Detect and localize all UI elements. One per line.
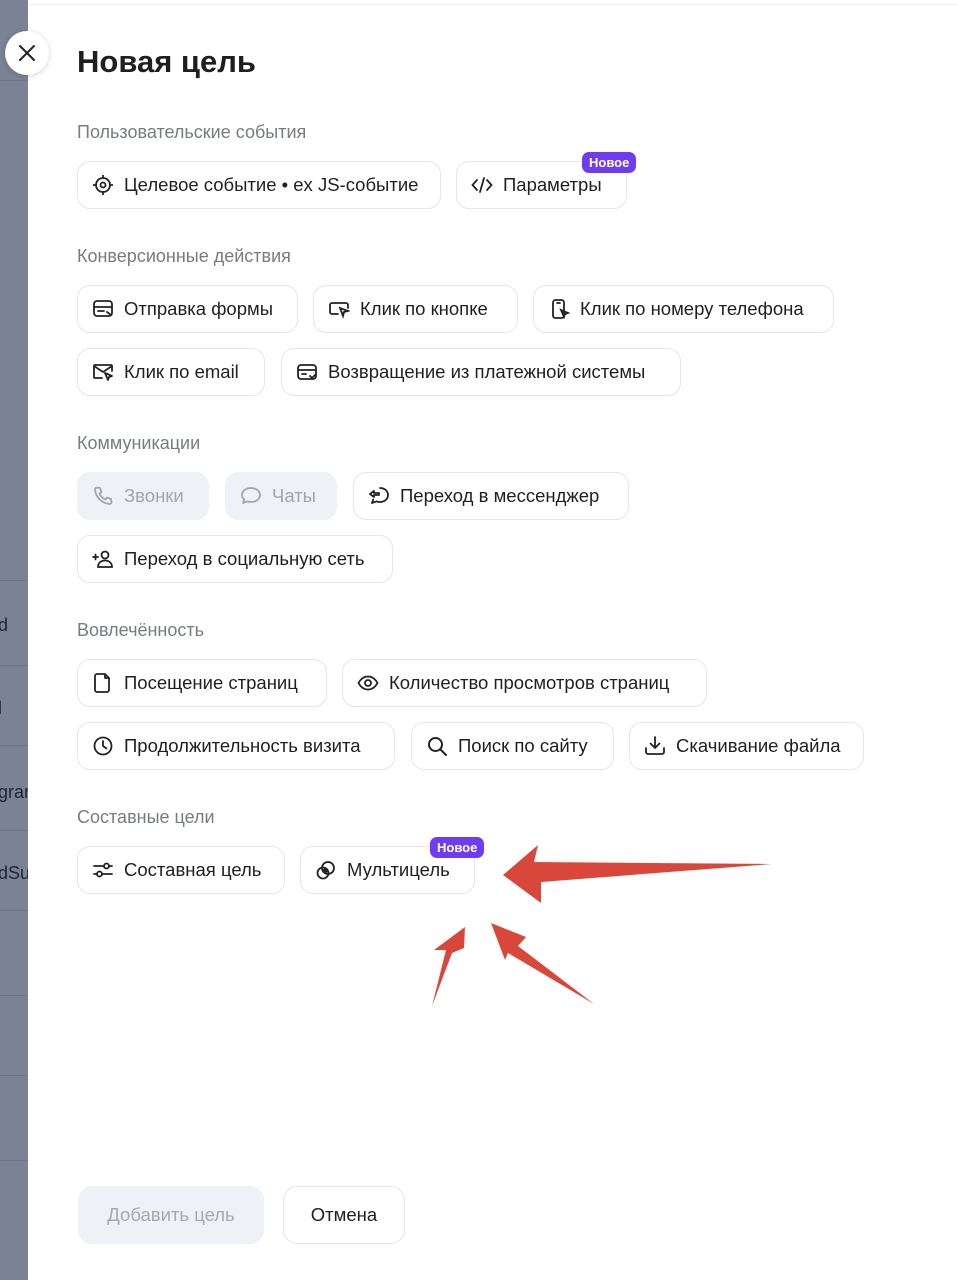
- goal-site-search[interactable]: Поиск по сайту: [411, 722, 614, 770]
- divider: [0, 995, 28, 996]
- multigoal-icon: [315, 859, 337, 881]
- download-icon: [644, 735, 666, 757]
- chip-label: Скачивание файла: [676, 735, 841, 756]
- chip-label: Отправка формы: [124, 298, 274, 319]
- chip-label: Составная цель: [124, 859, 262, 880]
- divider: [0, 745, 28, 746]
- chip-label: Переход в мессенджер: [400, 485, 600, 506]
- new-badge: Новое: [582, 152, 637, 173]
- phone-icon: [92, 485, 114, 507]
- page-icon: [92, 672, 114, 694]
- new-badge: Новое: [430, 837, 485, 858]
- chip-label: Клик по кнопке: [360, 298, 488, 319]
- section-title-custom-events: Пользовательские события: [77, 122, 307, 142]
- chip-label: Посещение страниц: [124, 672, 298, 693]
- chip-label: Параметры: [503, 174, 602, 195]
- divider: [0, 580, 28, 581]
- social-icon: [92, 548, 114, 570]
- background-text: l: [0, 698, 2, 719]
- chip-label: Количество просмотров страниц: [389, 672, 670, 693]
- divider: [0, 910, 28, 911]
- chat-icon: [240, 485, 262, 507]
- goal-messenger[interactable]: Переход в мессенджер: [353, 472, 629, 520]
- chip-label: Переход в социальную сеть: [124, 548, 365, 569]
- goal-chats: Чаты: [225, 472, 337, 520]
- chip-label: Продолжительность визита: [124, 735, 361, 756]
- goal-visit-duration[interactable]: Продолжительность визита: [77, 722, 395, 770]
- divider: [0, 830, 28, 831]
- email-click-icon: [92, 361, 114, 383]
- messenger-icon: [368, 485, 390, 507]
- goal-email-click[interactable]: Клик по email: [77, 348, 265, 396]
- goal-phone-click[interactable]: Клик по номеру телефона: [533, 285, 834, 333]
- chip-label: Поиск по сайту: [458, 735, 588, 756]
- close-icon: [19, 45, 35, 61]
- section-title-engagement: Вовлечённость: [77, 620, 204, 640]
- goal-calls: Звонки: [77, 472, 209, 520]
- chip-label: Целевое событие • ex JS-событие: [124, 174, 419, 195]
- divider: [0, 665, 28, 666]
- dialog-title: Новая цель: [77, 44, 256, 79]
- divider: [28, 4, 957, 5]
- background-text: grar: [0, 782, 28, 802]
- goal-page-visit[interactable]: Посещение страниц: [77, 659, 327, 707]
- code-icon: [471, 174, 493, 196]
- section-title-composite: Составные цели: [77, 807, 215, 827]
- goal-page-views[interactable]: Количество просмотров страниц: [342, 659, 707, 707]
- add-goal-button[interactable]: Добавить цель: [78, 1186, 264, 1244]
- chip-label: Мультицель: [347, 859, 450, 880]
- section-title-conversion: Конверсионные действия: [77, 246, 291, 266]
- chip-label: Звонки: [124, 485, 184, 506]
- goal-composite[interactable]: Составная цель: [77, 846, 285, 894]
- search-icon: [426, 735, 448, 757]
- chip-label: Возвращение из платежной системы: [328, 361, 646, 382]
- cancel-button[interactable]: Отмена: [283, 1186, 405, 1244]
- target-icon: [92, 174, 114, 196]
- divider: [0, 80, 28, 81]
- background-text: dSu: [0, 863, 28, 883]
- goal-target-event[interactable]: Целевое событие • ex JS-событие: [77, 161, 441, 209]
- form-icon: [92, 298, 114, 320]
- eye-icon: [357, 672, 379, 694]
- goal-form-submit[interactable]: Отправка формы: [77, 285, 298, 333]
- close-button[interactable]: [5, 31, 49, 75]
- goal-social-network[interactable]: Переход в социальную сеть: [77, 535, 393, 583]
- button-click-icon: [328, 298, 350, 320]
- background-page: d l grar dSu: [0, 0, 28, 1280]
- goal-payment-return[interactable]: Возвращение из платежной системы: [281, 348, 681, 396]
- section-title-communications: Коммуникации: [77, 433, 201, 453]
- background-text: d: [0, 615, 9, 635]
- divider: [0, 1160, 28, 1161]
- chip-label: Клик по номеру телефона: [580, 298, 804, 319]
- goal-button-click[interactable]: Клик по кнопке: [313, 285, 518, 333]
- clock-icon: [92, 735, 114, 757]
- payment-icon: [296, 361, 318, 383]
- divider: [0, 1075, 28, 1076]
- chip-label: Чаты: [272, 485, 316, 506]
- chip-label: Клик по email: [124, 361, 239, 382]
- phone-click-icon: [548, 298, 570, 320]
- goal-file-download[interactable]: Скачивание файла: [629, 722, 864, 770]
- sliders-icon: [92, 859, 114, 881]
